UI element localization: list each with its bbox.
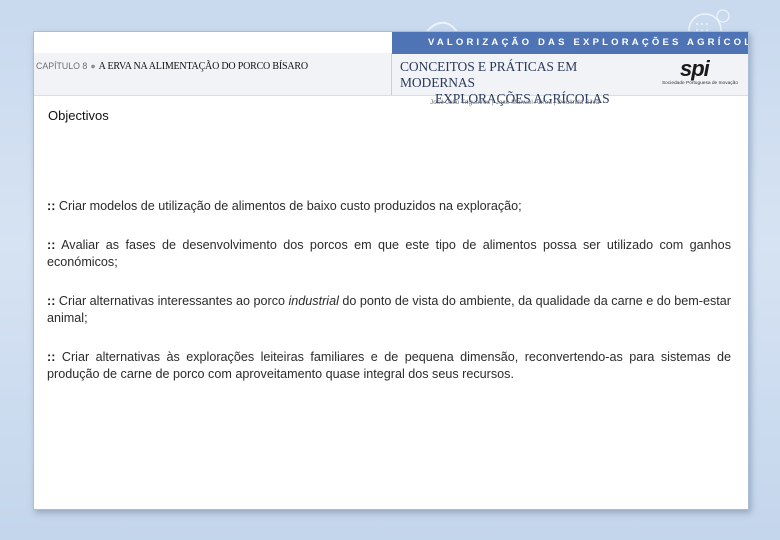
- chapter-subject: A ERVA NA ALIMENTAÇÃO DO PORCO BÍSARO: [98, 61, 308, 72]
- bullet-marker: ::: [47, 238, 56, 252]
- chapter-heading: CAPÍTULO 8 ● A ERVA NA ALIMENTAÇÃO DO PORC…: [36, 61, 388, 77]
- spi-logo: spi Sociedade Portuguesa de Inovação: [654, 56, 746, 92]
- book-title-line1: CONCEITOS E PRÁTICAS EM MODERNAS: [400, 59, 578, 90]
- item-text: Avaliar as fases de desenvolvimento dos …: [47, 238, 731, 269]
- header-divider: [391, 53, 392, 95]
- item-text: Criar alternativas interessantes ao porc…: [58, 294, 289, 308]
- bullet-marker: ::: [47, 294, 56, 308]
- list-item: :: Criar alternativas às explorações lei…: [47, 349, 731, 383]
- objectives-list: :: Criar modelos de utilização de alimen…: [47, 198, 731, 405]
- list-item: :: Criar modelos de utilização de alimen…: [47, 198, 731, 215]
- chapter-label: CAPÍTULO 8: [36, 61, 88, 71]
- spi-logo-icon: spi: [680, 56, 710, 81]
- document-slide: VALORIZAÇÃO DAS EXPLORAÇÕES AGRÍCOLAS CA…: [33, 31, 749, 510]
- authors-line: José Júlio Trigueiros | José Manuel Abre…: [430, 99, 600, 106]
- item-text: Criar modelos de utilização de alimentos…: [58, 199, 522, 213]
- item-text-italic: industrial: [288, 294, 339, 308]
- section-title: Objectivos: [48, 108, 109, 123]
- bullet-marker: ::: [47, 199, 56, 213]
- bullet-marker: ::: [47, 350, 56, 364]
- list-item: :: Avaliar as fases de desenvolvimento d…: [47, 237, 731, 271]
- bullet-dot-icon: ●: [90, 61, 96, 71]
- series-banner: VALORIZAÇÃO DAS EXPLORAÇÕES AGRÍCOLAS: [392, 32, 748, 54]
- list-item: :: Criar alternativas interessantes ao p…: [47, 293, 731, 327]
- logo-caption: Sociedade Portuguesa de Inovação: [661, 81, 738, 86]
- item-text: Criar alternativas às explorações leitei…: [47, 350, 732, 381]
